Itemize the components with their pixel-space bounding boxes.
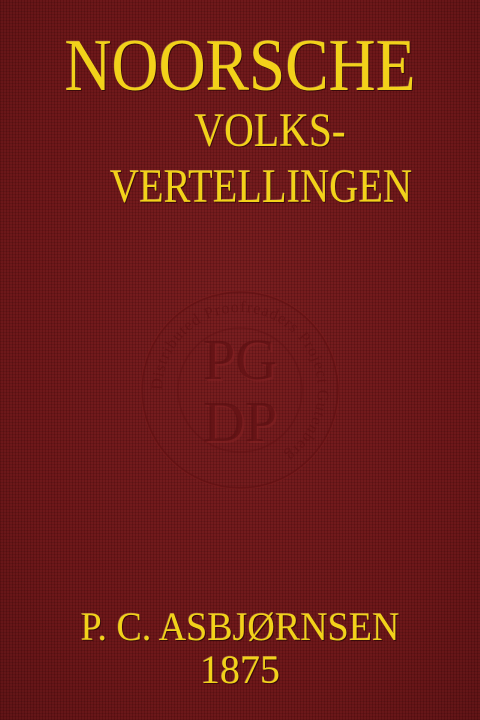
- seal-letters-top-shadow: PG: [203, 327, 277, 392]
- publication-year: 1875: [200, 647, 280, 692]
- title-line-2: VOLKS-: [194, 104, 346, 157]
- title-line-1: NOORSCHE: [64, 25, 416, 107]
- title-line-3: VERTELLINGEN: [109, 160, 413, 213]
- seal-letters-bottom-shadow: DP: [203, 389, 277, 454]
- author-name: P. C. ASBJØRNSEN: [80, 604, 400, 649]
- book-cover: NOORSCHE VOLKS- VERTELLINGEN Distributed…: [0, 0, 480, 720]
- pgdp-seal-logo: Distributed Proofreaders Project Gutenbe…: [135, 285, 345, 495]
- pgdp-seal-graphic: Distributed Proofreaders Project Gutenbe…: [140, 290, 340, 490]
